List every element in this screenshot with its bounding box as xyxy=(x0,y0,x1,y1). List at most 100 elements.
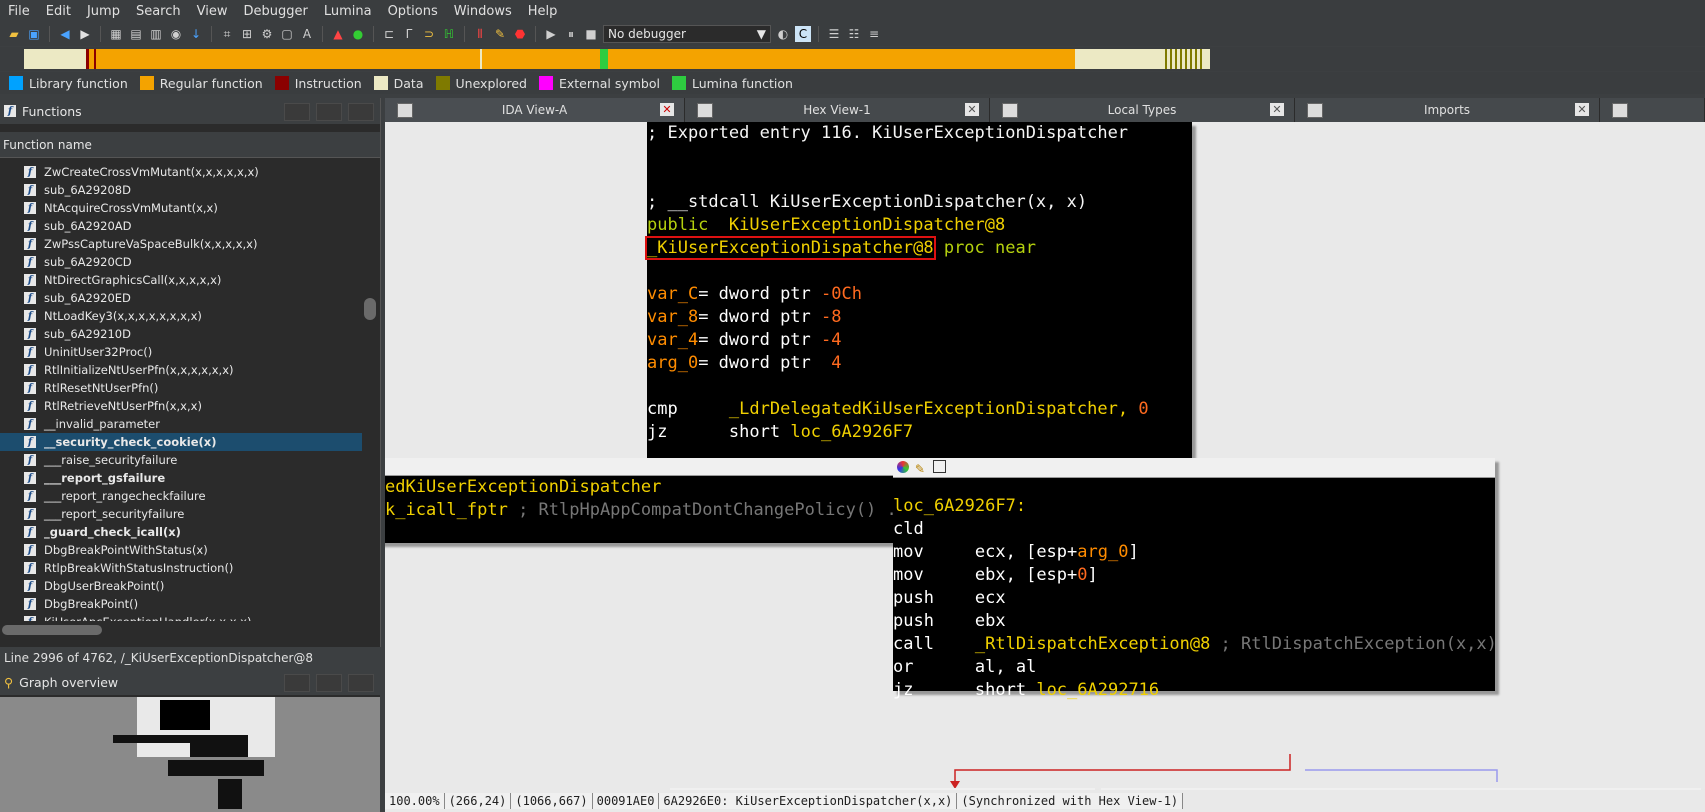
function-list-item[interactable]: f sub_6A2920ED xyxy=(0,289,362,307)
function-icon[interactable]: ℍ xyxy=(441,26,457,42)
data-icon[interactable]: ⊞ xyxy=(239,26,255,42)
function-list-item[interactable]: f RtlResetNtUserPfn() xyxy=(0,379,362,397)
save-icon[interactable]: ▣ xyxy=(26,26,42,42)
function-list-item[interactable]: f __invalid_parameter xyxy=(0,415,362,433)
menu-item-lumina[interactable]: Lumina xyxy=(316,4,380,19)
cursor-icon[interactable]: ◐ xyxy=(775,26,791,42)
edit-icon[interactable]: ✎ xyxy=(492,26,508,42)
code-operand[interactable]: 0 xyxy=(1077,565,1087,585)
breakpoint-icon[interactable]: ⦀ xyxy=(472,26,488,42)
tab-local-types[interactable]: Local Types ✕ xyxy=(990,98,1295,122)
binary-search-icon[interactable]: ▦ xyxy=(108,26,124,42)
debugger-select[interactable]: No debugger ▼ xyxy=(603,25,771,43)
function-list-item[interactable]: f ___raise_securityfailure xyxy=(0,451,362,469)
jump-icon[interactable]: ↓ xyxy=(188,26,204,42)
tab-hex-view-1[interactable]: Hex View-1 ✕ xyxy=(685,98,990,122)
code-label[interactable]: loc_6A2926F7: xyxy=(893,496,1026,516)
horizontal-scrollbar[interactable] xyxy=(2,625,102,635)
menu-item-help[interactable]: Help xyxy=(520,4,566,19)
function-list-item[interactable]: f ZwCreateCrossVmMutant(x,x,x,x,x,x) xyxy=(0,163,362,181)
tab-imports[interactable]: Imports ✕ xyxy=(1295,98,1600,122)
code-symbol[interactable]: k_icall_fptr xyxy=(385,500,508,520)
menu-item-debugger[interactable]: Debugger xyxy=(235,4,315,19)
stack-var-name[interactable]: arg_0 xyxy=(647,353,698,373)
code-symbol[interactable]: _RtlDispatchException@8 xyxy=(975,634,1210,654)
list-icon[interactable]: ☰ xyxy=(826,26,842,42)
sequence-search-icon[interactable]: ◉ xyxy=(168,26,184,42)
code-symbol[interactable]: KiUserExceptionDispatcher@8 xyxy=(729,215,1005,235)
menu-item-options[interactable]: Options xyxy=(380,4,446,19)
stack-var-name[interactable]: var_4 xyxy=(647,330,698,350)
lumina-icon[interactable]: ● xyxy=(350,26,366,42)
function-list-item[interactable]: f NtAcquireCrossVmMutant(x,x) xyxy=(0,199,362,217)
column-header-function-name[interactable]: Function name xyxy=(0,132,380,158)
panel-float-button[interactable] xyxy=(284,103,310,121)
function-list-item[interactable]: f NtLoadKey3(x,x,x,x,x,x,x,x) xyxy=(0,307,362,325)
code-label-link[interactable]: loc_6A2926F7 xyxy=(790,422,913,442)
function-list-item[interactable]: f _guard_check_icall(x) xyxy=(0,523,362,541)
function-list-item[interactable]: f DbgUserBreakPoint() xyxy=(0,577,362,595)
list-more-icon[interactable]: ≡ xyxy=(866,26,882,42)
panel-restore-button[interactable] xyxy=(316,674,342,692)
list-alt-icon[interactable]: ☷ xyxy=(846,26,862,42)
stop-icon[interactable]: ■ xyxy=(583,26,599,42)
menu-item-jump[interactable]: Jump xyxy=(79,4,128,19)
code-symbol[interactable]: edKiUserExceptionDispatcher xyxy=(385,477,661,497)
function-list-item[interactable]: f RtlRetrieveNtUserPfn(x,x,x) xyxy=(0,397,362,415)
panel-restore-button[interactable] xyxy=(316,103,342,121)
code-icon[interactable]: ⌗ xyxy=(219,26,235,42)
stop-sign-icon[interactable]: ⬣ xyxy=(512,26,528,42)
code-block-left[interactable]: edKiUserExceptionDispatcher k_icall_fptr… xyxy=(385,458,920,543)
panel-float-button[interactable] xyxy=(284,674,310,692)
functions-list[interactable]: f ZwCreateCrossVmMutant(x,x,x,x,x,x) f sub_… xyxy=(0,163,362,621)
string-icon[interactable]: A xyxy=(299,26,315,42)
block-rename-icon[interactable]: ✎ xyxy=(915,462,925,476)
segment-icon[interactable]: ⊏ xyxy=(381,26,397,42)
code-symbol[interactable]: loc_6A292716 xyxy=(1036,680,1159,700)
function-list-item[interactable]: f sub_6A29210D xyxy=(0,325,362,343)
nav-band-arrows[interactable] xyxy=(0,49,24,69)
menu-item-edit[interactable]: Edit xyxy=(38,4,79,19)
function-list-item[interactable]: f DbgBreakPoint() xyxy=(0,595,362,613)
open-icon[interactable]: ▰ xyxy=(6,26,22,42)
function-list-item[interactable]: f NtDirectGraphicsCall(x,x,x,x,x) xyxy=(0,271,362,289)
menu-item-file[interactable]: File xyxy=(0,4,38,19)
code-block-entry[interactable]: ; Exported entry 116. KiUserExceptionDis… xyxy=(645,122,1192,468)
immediate-search-icon[interactable]: ▥ xyxy=(148,26,164,42)
pause-icon[interactable]: ⏸ xyxy=(563,26,579,42)
function-list-item[interactable]: f RtlpBreakWithStatusInstruction() xyxy=(0,559,362,577)
forward-arrow-icon[interactable]: ▶ xyxy=(77,26,93,42)
code-block-right[interactable]: ✎ loc_6A2926F7: cld mov ecx, [esp+arg_0]… xyxy=(893,458,1497,700)
text-search-icon[interactable]: ▤ xyxy=(128,26,144,42)
tab-ida-view-a[interactable]: IDA View-A ✕ xyxy=(385,98,685,122)
function-list-item[interactable]: f __security_check_cookie(x) xyxy=(0,433,362,451)
code-operand[interactable]: _LdrDelegatedKiUserExceptionDispatcher, xyxy=(729,399,1138,419)
block-graph-icon[interactable] xyxy=(932,460,946,473)
copy-icon[interactable]: ▢ xyxy=(279,26,295,42)
menu-item-windows[interactable]: Windows xyxy=(446,4,520,19)
back-arrow-icon[interactable]: ◀ xyxy=(57,26,73,42)
block-color-icon[interactable] xyxy=(897,461,909,473)
function-list-item[interactable]: f DbgBreakPointWithStatus(x) xyxy=(0,541,362,559)
struct-icon[interactable]: Γ xyxy=(401,26,417,42)
function-list-item[interactable]: f ___report_securityfailure xyxy=(0,505,362,523)
panel-close-button[interactable] xyxy=(348,674,374,692)
menu-item-view[interactable]: View xyxy=(189,4,236,19)
c-icon[interactable]: C xyxy=(795,26,811,42)
function-list-item[interactable]: f ___report_rangecheckfailure xyxy=(0,487,362,505)
tab-exports[interactable] xyxy=(1600,98,1705,122)
function-list-item[interactable]: f sub_6A2920AD xyxy=(0,217,362,235)
function-list-item[interactable]: f KiUserApcExceptionHandler(x,x,x,x) xyxy=(0,613,362,621)
run-icon[interactable]: ▶ xyxy=(543,26,559,42)
function-list-item[interactable]: f ___report_gsfailure xyxy=(0,469,362,487)
function-name-highlighted[interactable]: _KiUserExceptionDispatcher@8 xyxy=(645,236,936,260)
code-operand[interactable]: arg_0 xyxy=(1077,542,1128,562)
close-icon[interactable]: ✕ xyxy=(965,103,979,116)
vertical-scrollbar[interactable] xyxy=(364,298,376,320)
function-list-item[interactable]: f RtlInitializeNtUserPfn(x,x,x,x,x,x) xyxy=(0,361,362,379)
panel-close-button[interactable] xyxy=(348,103,374,121)
graph-icon[interactable]: ▲ xyxy=(330,26,346,42)
close-icon[interactable]: ✕ xyxy=(660,103,674,116)
settings-icon[interactable]: ⚙ xyxy=(259,26,275,42)
stack-var-name[interactable]: var_C xyxy=(647,284,698,304)
